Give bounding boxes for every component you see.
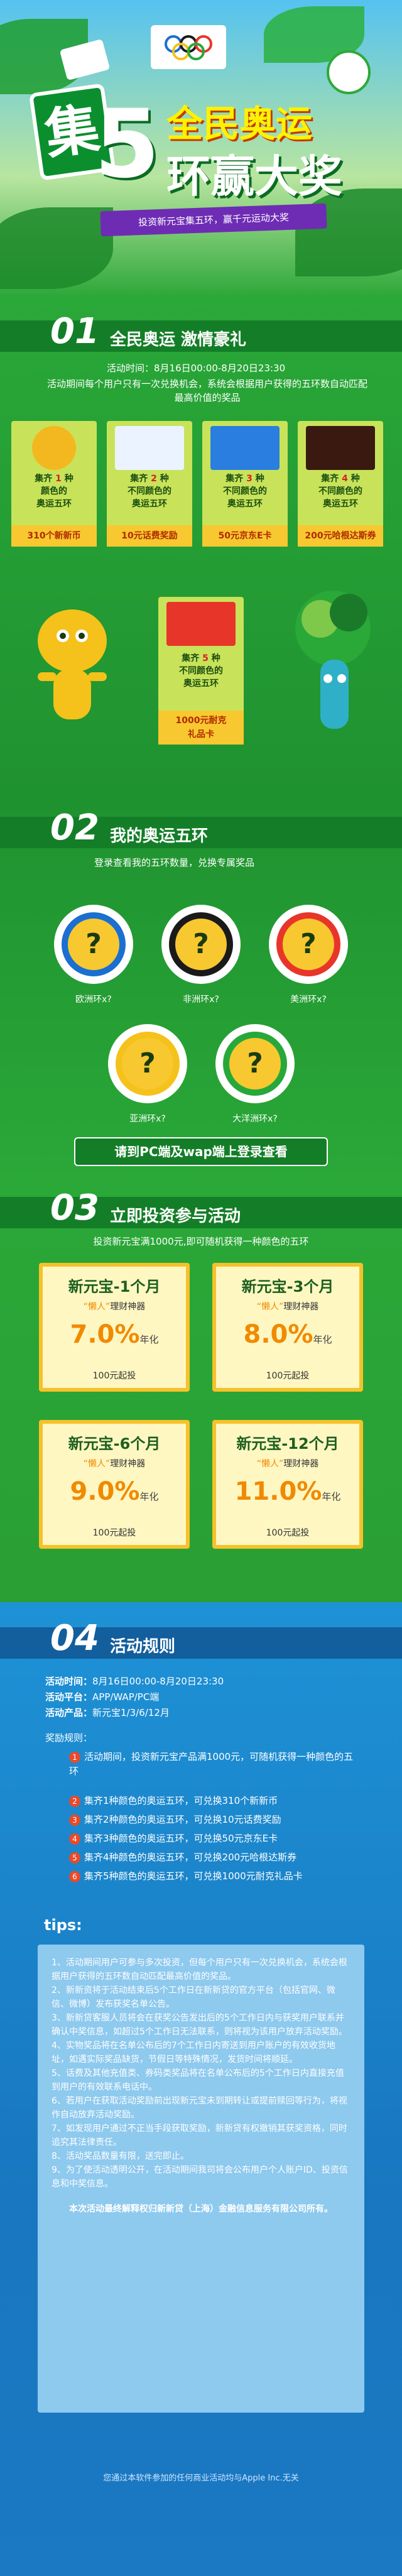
section-title: 活动规则: [110, 1637, 176, 1656]
prize-card: 集齐 4 种不同颜色的 奥运五环 200元哈根达斯券: [298, 421, 383, 547]
prize-card: 集齐 1 种颜色的 奥运五环 310个新新币: [11, 421, 97, 547]
tip-item: 7、如发现用户通过不正当手段获取奖励，新新贷有权撤销其获奖资格，同时追究其法律责…: [52, 2124, 347, 2148]
section-title: 立即投资参与活动: [110, 1207, 241, 1226]
ring-label: 亚洲环x?: [129, 1114, 166, 1124]
hero-line2: 环赢大奖: [166, 151, 342, 202]
hero-five: 5: [94, 90, 160, 199]
login-view-button[interactable]: 请到PC端及wap端上登录查看: [74, 1137, 328, 1166]
nike-card-icon: [166, 602, 236, 646]
tips-title: tips:: [44, 1916, 82, 1934]
ring-label: 非洲环x?: [183, 995, 219, 1005]
section-number: 04: [50, 1618, 99, 1659]
rule-item: 3 集齐2种颜色的奥运五环，可兑换10元话费奖励: [69, 1813, 358, 1827]
tip-item: 1、活动期间用户可参与多次投资，但每个用户只有一次兑换机会，系统会根据用户获得的…: [52, 1958, 347, 1982]
phone-card-icon: [115, 426, 184, 470]
ring-label: 欧洲环x?: [75, 995, 112, 1005]
section-desc: 投资新元宝满1000元,即可随机获得一种颜色的五环: [93, 1236, 309, 1247]
mascot-vinicius-icon: [19, 597, 126, 741]
grand-prize-card: 集齐 5 种不同颜色的 奥运五环 1000元耐克 礼品卡: [158, 597, 244, 745]
coin-icon: [32, 426, 76, 470]
final-note: 本次活动最终解释权归新新贷（上海）金融信息服务有限公司所有。: [69, 2204, 333, 2214]
ring-label: 美洲环x?: [290, 995, 327, 1005]
section-title: 我的奥运五环: [110, 827, 209, 846]
product-card[interactable]: 新元宝-12个月 “懒人”理财神器 11.0%年化 100元起投: [212, 1420, 363, 1549]
tip-item: 2、新新资将于活动结束后5个工作日在新新贷的官方平台（包括官网、微信、微博）发布…: [52, 1985, 335, 2009]
apple-disclaimer: 您通过本软件参加的任何商业活动均与Apple Inc.无关: [103, 2474, 299, 2483]
section-number: 02: [50, 807, 99, 848]
tips-box: 1、活动期间用户可参与多次投资，但每个用户只有一次兑换机会，系统会根据用户获得的…: [38, 1945, 364, 2413]
rule-product: 活动产品：新元宝1/3/6/12月: [45, 1707, 170, 1718]
section-number: 01: [50, 311, 99, 352]
prize-name: 50元京东E卡: [202, 525, 288, 547]
ring-oceania: ?: [215, 1024, 295, 1103]
prize-name: 310个新新币: [11, 525, 97, 547]
ring-america: ?: [269, 905, 348, 984]
rule-platform: 活动平台：APP/WAP/PC端: [45, 1691, 160, 1703]
prize-name: 1000元耐克 礼品卡: [158, 711, 244, 745]
prize-card: 集齐 2 种不同颜色的 奥运五环 10元话费奖励: [107, 421, 192, 547]
rule-item: 2 集齐1种颜色的奥运五环，可兑换310个新新币: [69, 1794, 358, 1808]
hero-ribbon: 投资新元宝集五环，赢千元运动大奖: [100, 203, 327, 237]
rule-time: 活动时间：8月16日00:00-8月20日23:30: [45, 1676, 224, 1687]
leaf-decoration: [0, 207, 113, 289]
hero-line1: 全民奥运: [166, 102, 313, 145]
prize-card: 集齐 3 种不同颜色的 奥运五环 50元京东E卡: [202, 421, 288, 547]
tip-item: 5、话费及其他充值类、券码类奖品将在名单公布后的5个工作日内直接充值到用户的有效…: [52, 2068, 344, 2092]
ring-europe: ?: [54, 905, 133, 984]
section-title: 全民奥运 激情豪礼: [110, 330, 247, 349]
mascot-tom-icon: [276, 584, 389, 748]
product-card[interactable]: 新元宝-3个月 “懒人”理财神器 8.0%年化 100元起投: [212, 1263, 363, 1392]
product-card[interactable]: 新元宝-6个月 “懒人”理财神器 9.0%年化 100元起投: [39, 1420, 190, 1549]
haagen-dazs-icon: [306, 426, 375, 470]
ring-asia: ?: [108, 1024, 187, 1103]
section-number: 03: [50, 1187, 99, 1228]
prize-name: 200元哈根达斯券: [298, 525, 383, 547]
hero-banner: 集 5 全民奥运 环赢大奖 投资新元宝集五环，赢千元运动大奖: [0, 0, 402, 295]
product-card[interactable]: 新元宝-1个月 “懒人”理财神器 7.0%年化 100元起投: [39, 1263, 190, 1392]
activity-desc: 活动期间每个用户只有一次兑换机会，系统会根据用户获得的五环数自动匹配最高价值的奖…: [46, 378, 367, 403]
rule-item: 5 集齐4种颜色的奥运五环，可兑换200元哈根达斯券: [69, 1850, 358, 1865]
rule-reward-label: 奖励规则：: [45, 1732, 93, 1744]
flag-icon: [151, 25, 226, 69]
prize-name: 10元话费奖励: [107, 525, 192, 547]
ring-africa: ?: [161, 905, 241, 984]
tip-item: 9、为了使活动透明公开，在活动期间我司将会公布用户个人账户ID、投资信息和中奖信…: [52, 2165, 348, 2189]
tip-item: 8、活动奖品数量有限，送完即止。: [52, 2151, 189, 2161]
rule-item: 6 集齐5种颜色的奥运五环，可兑换1000元耐克礼品卡: [69, 1869, 358, 1884]
section-desc: 登录查看我的五环数量，兑换专属奖品: [94, 857, 255, 868]
tip-item: 6、若用户在获取活动奖励前出现新元宝未到期转让或提前赎回等行为，将视作自动放弃活…: [52, 2096, 347, 2120]
rule-item: 1 活动期间，投资新元宝产品满1000元，可随机获得一种颜色的五环: [69, 1751, 354, 1777]
ring-label: 大洋洲环x?: [232, 1114, 278, 1124]
activity-time: 活动时间：8月16日00:00-8月20日23:30: [107, 363, 286, 374]
logo-icon: [327, 50, 371, 94]
jd-card-icon: [210, 426, 280, 470]
tip-item: 4、实物奖品将在名单公布后的7个工作日内寄送到用户账户的有效收货地址，如遇实际奖…: [52, 2041, 335, 2065]
tip-item: 3、新新贷客服人员将会在获奖公告发出后的5个工作日内与获奖用户联系并确认中奖信息…: [52, 2013, 347, 2037]
rule-item: 4 集齐3种颜色的奥运五环，可兑换50元京东E卡: [69, 1831, 358, 1846]
